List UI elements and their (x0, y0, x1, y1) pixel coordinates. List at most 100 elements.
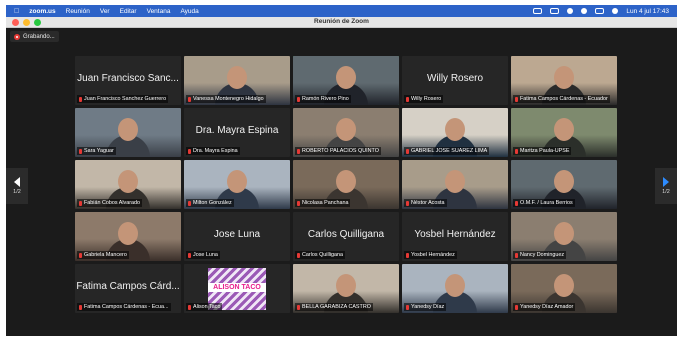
person-head (336, 66, 356, 89)
recording-indicator[interactable]: Grabando... (10, 31, 59, 42)
participant-tile[interactable]: Fatima Campos Cárd... Fatima Campos Cárde… (75, 264, 181, 313)
participant-name-label: Alison Taco (186, 303, 223, 311)
arrow-right-icon (663, 177, 669, 187)
participant-tile[interactable]: Fatima Campos Cárdenas - Ecuador (511, 56, 617, 105)
participant-logo-text: ALISON TACO (208, 283, 266, 292)
participant-tile[interactable]: Juan Francisco Sanc... Juan Francisco San… (75, 56, 181, 105)
participant-name: Yanedsy Díaz Amador (520, 304, 574, 310)
participant-tile[interactable]: Yanedsy Díaz Amador (511, 264, 617, 313)
control-center-icon[interactable] (595, 8, 605, 14)
participant-tile[interactable]: Jose Luna Jose Luna (184, 212, 290, 261)
participant-display-name: Carlos Quilligana (307, 229, 385, 240)
muted-microphone-icon (406, 304, 409, 310)
participant-display-name: Juan Francisco Sanc... (77, 73, 179, 84)
participant-tile[interactable]: ALISON TACO Alison Taco (184, 264, 290, 313)
participant-name-label: Fatima Campos Cárdenas - Ecua... (77, 303, 171, 311)
muted-microphone-icon (515, 200, 518, 206)
zoom-status-icon[interactable] (533, 8, 543, 14)
participant-tile[interactable]: Willy Rosero Willy Rosero (402, 56, 508, 105)
participant-display-name: Willy Rosero (426, 73, 484, 84)
apple-icon[interactable]:  (14, 8, 19, 15)
menu-item-editar[interactable]: Editar (120, 8, 137, 15)
muted-microphone-icon (406, 96, 409, 102)
person-head (336, 274, 356, 297)
menu-item-ver[interactable]: Ver (100, 8, 110, 15)
battery-icon[interactable] (550, 8, 560, 14)
participant-tile[interactable]: Gabriela Mancero (75, 212, 181, 261)
participant-tile[interactable]: Fabián Cobos Alvarado (75, 160, 181, 209)
participant-name-label: Fatima Campos Cárdenas - Ecuador (513, 95, 610, 103)
menu-clock[interactable]: Lun 4 jul 17:43 (626, 8, 669, 15)
person-head (227, 170, 247, 193)
participant-tile[interactable]: BELLA GARABIZA CASTRO (293, 264, 399, 313)
participant-tile[interactable]: Dra. Mayra Espina Dra. Mayra Espina (184, 108, 290, 157)
participant-name-label: Néstor Acosta (404, 199, 447, 207)
participant-name-label: Yanedsy Díaz (404, 303, 447, 311)
participant-name-label: Milton González (186, 199, 234, 207)
menu-item-reunion[interactable]: Reunión (66, 8, 90, 15)
participant-name-label: Yanedsy Díaz Amador (513, 303, 576, 311)
next-page-button[interactable]: 1/2 (655, 168, 677, 204)
recording-icon (14, 33, 20, 40)
participant-tile[interactable]: Sara Yaguar (75, 108, 181, 157)
participant-tile[interactable]: Maritza Paula-UPSE (511, 108, 617, 157)
muted-microphone-icon (515, 252, 518, 258)
muted-microphone-icon (188, 200, 191, 206)
participant-tile[interactable]: Néstor Acosta (402, 160, 508, 209)
muted-microphone-icon (515, 96, 518, 102)
participant-tile[interactable]: Nicolasa Panchana (293, 160, 399, 209)
participant-name: Yanedsy Díaz (411, 304, 445, 310)
participant-tile[interactable]: GABRIEL JOSE SUAREZ LIMA (402, 108, 508, 157)
muted-microphone-icon (79, 252, 82, 258)
muted-microphone-icon (79, 96, 82, 102)
zoom-screen:  zoom.us Reunión Ver Editar Ventana Ayu… (6, 5, 677, 336)
muted-microphone-icon (188, 304, 191, 310)
participant-tile[interactable]: Ramón Rivero Pino (293, 56, 399, 105)
participant-name-label: Dra. Mayra Espina (186, 147, 240, 155)
muted-microphone-icon (297, 200, 300, 206)
participant-tile[interactable]: Yosbel Hernández Yosbel Hernández (402, 212, 508, 261)
participant-tile[interactable]: Vanessa Montenegro Hidalgo (184, 56, 290, 105)
person-head (554, 66, 574, 89)
participant-name: Ramón Rivero Pino (302, 96, 349, 102)
arrow-left-icon (14, 177, 20, 187)
participant-name-label: Yosbel Hernández (404, 251, 457, 259)
participant-tile[interactable]: Nancy Dominguez (511, 212, 617, 261)
person-head (336, 170, 356, 193)
participant-name-label: ROBERTO PALACIOS QUINTO (295, 147, 381, 155)
participant-name: Willy Rosero (411, 96, 442, 102)
page-indicator-right: 1/2 (662, 189, 670, 195)
participant-display-name: Dra. Mayra Espina (195, 125, 279, 136)
participant-tile[interactable]: Carlos Quilligana Carlos Quilligana (293, 212, 399, 261)
participant-tile[interactable]: O.M.F. / Laura Berrios (511, 160, 617, 209)
search-icon[interactable] (581, 8, 588, 14)
participant-name: Carlos Quilligana (302, 252, 344, 258)
muted-microphone-icon (515, 148, 518, 154)
participant-name-label: Vanessa Montenegro Hidalgo (186, 95, 266, 103)
participant-tile[interactable]: ROBERTO PALACIOS QUINTO (293, 108, 399, 157)
participant-name: Alison Taco (193, 304, 221, 310)
participant-name: O.M.F. / Laura Berrios (520, 200, 573, 206)
menu-item-ventana[interactable]: Ventana (147, 8, 171, 15)
menu-app-name[interactable]: zoom.us (29, 8, 55, 15)
menu-bar:  zoom.us Reunión Ver Editar Ventana Ayu… (6, 5, 677, 17)
muted-microphone-icon (79, 304, 82, 310)
participant-name: Vanessa Montenegro Hidalgo (193, 96, 264, 102)
participant-tile[interactable]: Yanedsy Díaz (402, 264, 508, 313)
participant-name: Dra. Mayra Espina (193, 148, 238, 154)
muted-microphone-icon (406, 252, 409, 258)
muted-microphone-icon (515, 304, 518, 310)
participant-display-name: Yosbel Hernández (414, 229, 496, 240)
menu-item-ayuda[interactable]: Ayuda (180, 8, 198, 15)
participant-name-label: Ramón Rivero Pino (295, 95, 351, 103)
muted-microphone-icon (297, 96, 300, 102)
participant-tile[interactable]: Milton González (184, 160, 290, 209)
participant-name: Nicolasa Panchana (302, 200, 349, 206)
muted-microphone-icon (188, 96, 191, 102)
wifi-icon[interactable] (567, 8, 574, 14)
previous-page-button[interactable]: 1/2 (6, 168, 28, 204)
siri-icon[interactable] (612, 8, 619, 14)
participant-name: Sara Yaguar (84, 148, 114, 154)
participant-name-label: Carlos Quilligana (295, 251, 346, 259)
participant-name: Gabriela Mancero (84, 252, 127, 258)
